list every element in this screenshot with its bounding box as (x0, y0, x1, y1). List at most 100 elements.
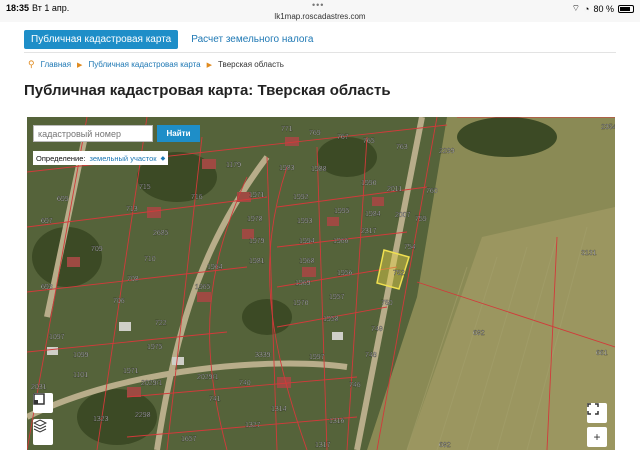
parcel-label[interactable]: 692 (473, 330, 485, 337)
parcel-label[interactable]: 765 (363, 138, 375, 145)
address-bar[interactable]: lk1map.roscadastres.com (0, 12, 640, 21)
parcel-label[interactable]: 763 (396, 144, 408, 151)
parcel-label[interactable]: 1971 (123, 368, 139, 375)
wifi-icon: ⌔ (571, 3, 581, 13)
parcel-label[interactable]: 1965 (195, 284, 211, 291)
breadcrumb-section[interactable]: Публичная кадастровая карта (88, 60, 200, 69)
parcel-label[interactable]: 1314 (271, 406, 287, 413)
parcel-label[interactable]: 754 (404, 244, 416, 251)
parcel-label[interactable]: 1970 (293, 300, 309, 307)
parcel-label[interactable]: 2317 (361, 228, 377, 235)
parcel-label[interactable]: 2685 (153, 230, 169, 237)
parcel-label[interactable]: 2299 (439, 148, 455, 155)
screenshot-icon[interactable] (33, 393, 53, 413)
parcel-label[interactable]: 1316 (329, 418, 345, 425)
parcel-label[interactable]: 759 (415, 216, 427, 223)
parcel-label[interactable]: 1101 (73, 372, 88, 379)
parcel-label[interactable]: 1964 (207, 264, 223, 271)
parcel-label[interactable]: 1992 (293, 194, 309, 201)
map-background: 771 769 767 765 763 2299 2354 1179 1983 1988 1990 2… (27, 117, 615, 450)
status-bar: 18:35 Вт 1 апр. ••• lk1map.roscadastres.… (0, 0, 640, 22)
parcel-label[interactable]: 3339 (255, 352, 271, 359)
parcel-label[interactable]: 750 (381, 300, 393, 307)
alarm-icon: ◔ (584, 3, 590, 14)
parcel-label[interactable]: 1975 (147, 344, 163, 351)
parcel-label[interactable]: 1966 (333, 238, 349, 245)
definition-select[interactable]: земельный участок (90, 154, 157, 163)
parcel-label[interactable]: 722 (155, 320, 167, 327)
parcel-label[interactable]: 706 (113, 298, 125, 305)
parcel-label[interactable]: 740 (239, 380, 251, 387)
parcel-label[interactable]: 1099 (73, 352, 89, 359)
layers-icon[interactable] (33, 419, 53, 445)
cadastral-map[interactable]: 771 769 767 765 763 2299 2354 1179 1983 1988 1990 2… (27, 117, 615, 450)
parcel-label[interactable]: 752 (393, 270, 405, 277)
divider (24, 52, 616, 53)
parcel-label[interactable]: 2298 (135, 412, 151, 419)
zoom-in-icon[interactable]: + (587, 427, 607, 447)
parcel-label[interactable]: 2029/1 (197, 374, 219, 381)
tab-cadastral-map[interactable]: Публичная кадастровая карта (24, 30, 179, 49)
parcel-label[interactable]: 2354 (601, 124, 615, 131)
parcel-label[interactable]: 1657 (181, 436, 197, 443)
parcel-label[interactable]: 1969 (295, 280, 311, 287)
parcel-label[interactable]: 709 (91, 246, 103, 253)
parcel-label[interactable]: 697 (41, 218, 53, 225)
parcel-label[interactable]: 1097 (49, 334, 65, 341)
parcel-label[interactable]: 2007 (395, 212, 411, 219)
parcel-label[interactable]: 1957 (329, 294, 345, 301)
definition-label: Определение: (36, 153, 86, 163)
parcel-label[interactable]: 1978 (247, 216, 263, 223)
parcel-label[interactable]: 1994 (299, 238, 315, 245)
parcel-label[interactable]: 2029/1 (141, 380, 163, 387)
parcel-label[interactable]: 1988 (311, 166, 327, 173)
fullscreen-icon[interactable] (587, 403, 607, 423)
definition-selector: Определение: земельный участок ◆ (33, 151, 169, 165)
parcel-label[interactable]: 1983 (279, 165, 295, 172)
parcel-label[interactable]: 713 (126, 206, 138, 213)
parcel-label[interactable]: 2011 (387, 186, 402, 193)
more-dots-icon[interactable]: ••• (312, 0, 324, 10)
cadastral-number-input[interactable] (33, 125, 153, 142)
parcel-label[interactable]: 661 (596, 350, 608, 357)
parcel-label[interactable]: 748 (365, 352, 377, 359)
parcel-label[interactable]: 1327 (245, 422, 261, 429)
search-bar: Найти (33, 125, 200, 142)
parcel-label[interactable]: 1995 (334, 208, 350, 215)
breadcrumb-separator-icon: ▶ (77, 61, 83, 69)
parcel-label[interactable]: 767 (337, 134, 349, 141)
parcel-label[interactable]: 716 (191, 194, 203, 201)
parcel-label[interactable]: 741 (209, 396, 221, 403)
parcel-label[interactable]: 708 (127, 276, 139, 283)
breadcrumb-home[interactable]: Главная (41, 60, 71, 69)
parcel-label[interactable]: 692 (439, 442, 451, 449)
chevron-down-icon[interactable]: ◆ (161, 155, 166, 162)
parcel-label[interactable]: 1993 (297, 218, 313, 225)
parcel-label[interactable]: 749 (371, 326, 383, 333)
parcel-label[interactable]: 1990 (361, 180, 377, 187)
tab-land-tax[interactable]: Расчет земельного налога (184, 30, 320, 49)
parcel-label[interactable]: 1958 (323, 316, 339, 323)
parcel-label[interactable]: 1317 (315, 442, 331, 449)
parcel-label[interactable]: 693 (41, 284, 53, 291)
parcel-label[interactable]: 710 (144, 256, 156, 263)
parcel-label[interactable]: 1971 (249, 192, 265, 199)
parcel-label[interactable]: 769 (309, 130, 321, 137)
parcel-label[interactable]: 1179 (226, 162, 241, 169)
parcel-label[interactable]: 1956 (337, 270, 353, 277)
parcel-label[interactable]: 1323 (93, 416, 109, 423)
parcel-label[interactable]: 1981 (249, 258, 265, 265)
parcel-label[interactable]: 1997 (309, 354, 325, 361)
parcel-label[interactable]: 771 (281, 126, 293, 133)
parcel-label[interactable]: 746 (349, 382, 361, 389)
parcel-label[interactable]: 1984 (365, 211, 381, 218)
parcel-label[interactable]: 715 (139, 184, 151, 191)
battery-icon (618, 4, 634, 13)
search-button[interactable]: Найти (157, 125, 200, 142)
parcel-label[interactable]: 1979 (249, 238, 265, 245)
parcel-label[interactable]: 699 (57, 196, 69, 203)
parcel-label[interactable]: 2031 (31, 384, 47, 391)
parcel-label[interactable]: 1968 (299, 258, 315, 265)
parcel-label[interactable]: 760 (426, 188, 438, 195)
parcel-label[interactable]: 3131 (581, 250, 597, 257)
